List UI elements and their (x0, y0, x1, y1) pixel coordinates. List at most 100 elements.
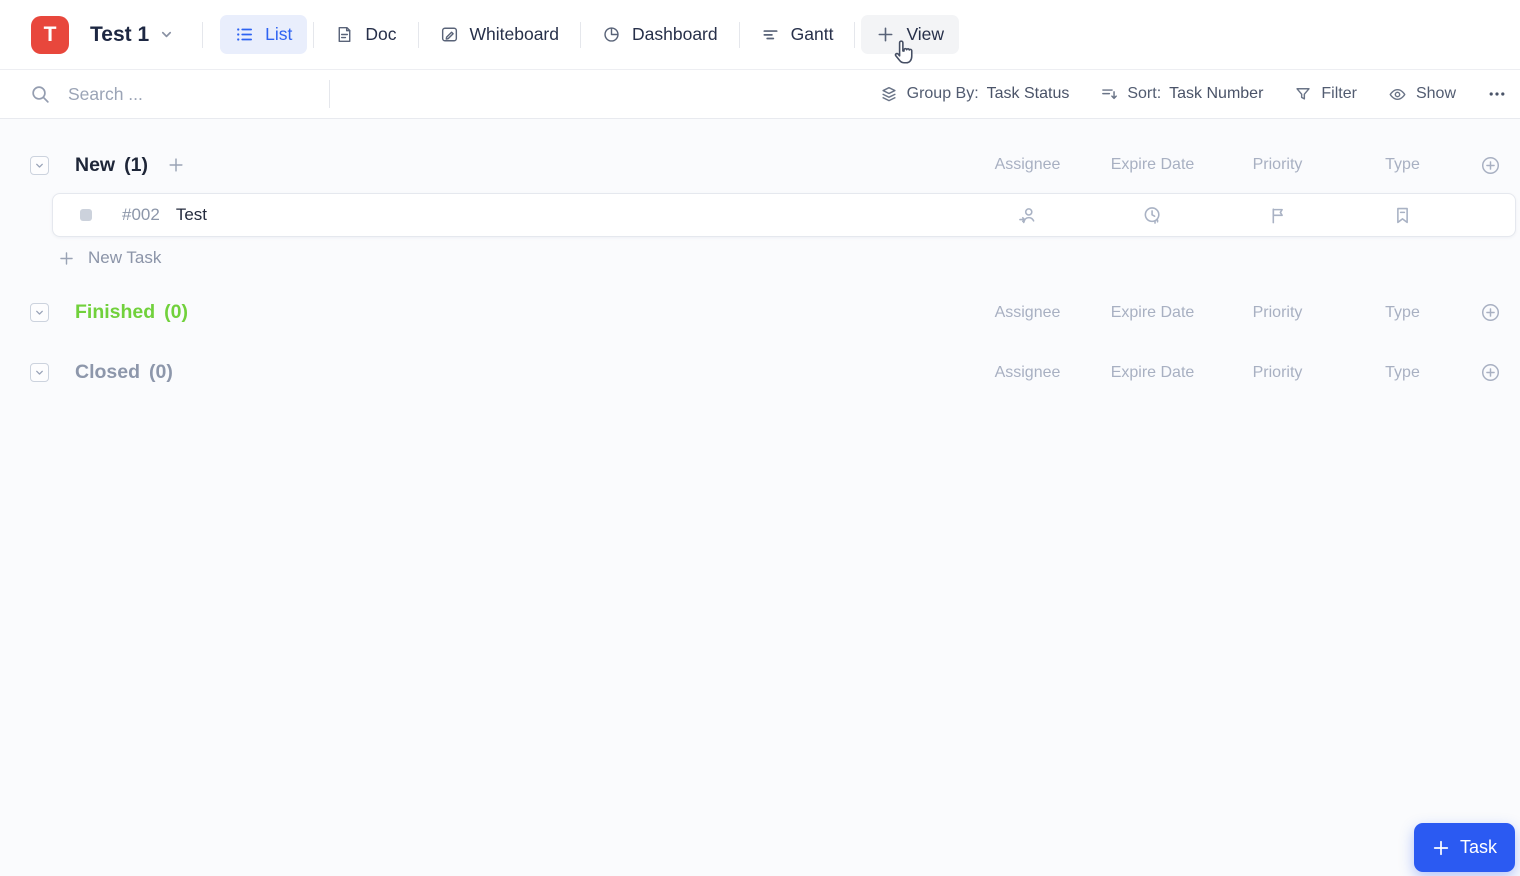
ellipsis-icon (1489, 92, 1505, 96)
task-row[interactable]: #002 Test (52, 193, 1516, 237)
collapse-group-button[interactable] (30, 303, 49, 322)
new-task-label: New Task (88, 248, 162, 267)
circled-plus-icon (1481, 156, 1499, 174)
toolbar-controls: Group By: Task Status Sort: Task Number … (880, 84, 1520, 104)
chevron-down-icon (36, 370, 43, 375)
column-type: Type (1385, 363, 1420, 381)
group-header-left: Closed (0) (30, 361, 965, 384)
filter-control[interactable]: Filter (1294, 85, 1357, 103)
filter-icon (1296, 88, 1311, 100)
plus-icon (60, 251, 73, 265)
add-task-button[interactable]: Task (1414, 823, 1515, 872)
divider (854, 21, 856, 48)
tab-gantt[interactable]: Gantt (746, 15, 849, 54)
column-expire-date: Expire Date (1110, 303, 1195, 321)
add-column-button[interactable] (1465, 362, 1515, 383)
add-task-label: Task (1459, 837, 1497, 857)
tab-label: Dashboard (632, 24, 718, 44)
topbar: T Test 1 List Doc Whiteboard Dashboard G… (0, 0, 1520, 70)
set-expire-date-button[interactable] (1090, 205, 1215, 226)
project-switcher[interactable]: Test 1 (90, 23, 173, 47)
tab-label: List (265, 24, 293, 44)
search-icon (32, 85, 49, 103)
list-icon (237, 28, 253, 41)
set-assignee-button[interactable] (965, 205, 1090, 226)
group-name: Closed (75, 361, 141, 383)
tab-list[interactable]: List (220, 15, 308, 54)
column-headers: Assignee Expire Date Priority Type (965, 362, 1515, 383)
column-assignee: Assignee (994, 303, 1061, 321)
eye-icon (1389, 88, 1406, 100)
plus-icon (1433, 840, 1449, 855)
sort-label: Sort: (1127, 85, 1162, 102)
chevron-down-icon (36, 310, 43, 315)
column-priority: Priority (1252, 363, 1303, 381)
chevron-down-icon (36, 163, 43, 168)
new-task-button[interactable]: New Task (58, 248, 161, 268)
add-column-button[interactable] (1465, 302, 1515, 323)
task-title: Test (175, 205, 208, 224)
group-name: Finished (75, 301, 156, 323)
divider (313, 21, 315, 48)
more-menu-button[interactable] (1487, 84, 1507, 104)
divider (417, 21, 419, 48)
doc-icon (338, 26, 351, 43)
task-row-main: #002 Test (53, 205, 965, 225)
tab-label: Whiteboard (469, 24, 560, 44)
search-input[interactable] (68, 83, 268, 105)
group-header: New (1) Assignee Expire Date Priority Ty… (0, 143, 1520, 187)
show-label: Show (1415, 85, 1456, 102)
assignee-icon (1019, 207, 1035, 223)
group-by-value: Task Status (986, 85, 1070, 102)
group-by-label: Group By: (906, 85, 979, 102)
set-priority-button[interactable] (1215, 205, 1340, 226)
group-count: (0) (164, 301, 189, 323)
set-type-button[interactable] (1340, 205, 1465, 226)
dashboard-icon (604, 27, 619, 42)
group-header-left: New (1) (30, 154, 965, 177)
sort-control[interactable]: Sort: Task Number (1100, 85, 1263, 103)
divider (580, 21, 581, 48)
group-closed: Closed (0) Assignee Expire Date Priority… (0, 351, 1520, 395)
task-list: New (1) Assignee Expire Date Priority Ty… (0, 119, 1520, 395)
tab-add-view[interactable]: View (861, 15, 960, 54)
show-control[interactable]: Show (1388, 85, 1456, 104)
view-tabs: List Doc Whiteboard Dashboard Gantt View (220, 15, 960, 54)
circled-plus-icon (1481, 363, 1499, 382)
filter-label: Filter (1321, 85, 1357, 102)
expire-date-icon (1144, 206, 1160, 224)
circled-plus-icon (1481, 303, 1499, 322)
project-name: Test 1 (90, 22, 150, 46)
type-bookmark-icon (1397, 207, 1408, 223)
group-header-left: Finished (0) (30, 301, 965, 324)
group-count: (1) (124, 153, 148, 176)
tab-doc[interactable]: Doc (320, 15, 411, 54)
collapse-group-button[interactable] (30, 363, 49, 382)
column-headers: Assignee Expire Date Priority Type (965, 155, 1515, 176)
column-type: Type (1385, 303, 1420, 321)
app-logo[interactable]: T (31, 15, 69, 54)
add-task-to-group-button[interactable] (167, 156, 185, 174)
tab-dashboard[interactable]: Dashboard (587, 15, 733, 54)
collapse-group-button[interactable] (30, 155, 49, 175)
search-box[interactable] (30, 83, 295, 105)
sort-icon (1102, 89, 1118, 100)
column-type: Type (1385, 156, 1420, 173)
tab-label: View (906, 24, 945, 44)
column-assignee: Assignee (994, 156, 1061, 173)
column-priority: Priority (1252, 156, 1303, 173)
add-column-button[interactable] (1465, 155, 1515, 176)
tab-label: Gantt (790, 24, 834, 44)
group-new: New (1) Assignee Expire Date Priority Ty… (0, 143, 1520, 272)
group-header: Finished (0) Assignee Expire Date Priori… (0, 291, 1520, 335)
sort-value: Task Number (1169, 85, 1264, 102)
group-finished: Finished (0) Assignee Expire Date Priori… (0, 291, 1520, 335)
tab-whiteboard[interactable]: Whiteboard (425, 15, 575, 54)
plus-icon (878, 27, 893, 42)
list-toolbar: Group By: Task Status Sort: Task Number … (0, 70, 1520, 119)
group-by-control[interactable]: Group By: Task Status (880, 85, 1070, 103)
group-count: (0) (149, 361, 173, 383)
tab-label: Doc (365, 24, 397, 44)
column-assignee: Assignee (994, 363, 1061, 381)
task-status-icon[interactable] (80, 209, 92, 221)
